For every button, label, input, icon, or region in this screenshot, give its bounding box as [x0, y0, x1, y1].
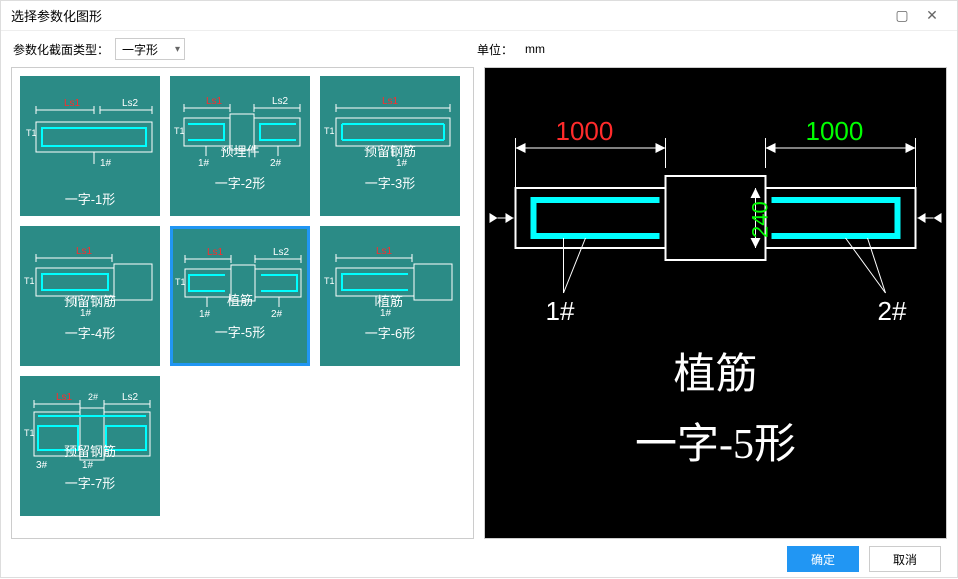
thumb-item[interactable]: Ls1 2# Ls2 T1 3# 1# 预留钢筋 一字-7形: [20, 376, 160, 516]
preview-panel: 1000 1000 240: [484, 67, 947, 539]
thumb-caption: 植筋 一字-6形: [322, 278, 458, 358]
svg-text:2#: 2#: [88, 392, 98, 402]
chevron-down-icon: ▾: [175, 44, 180, 55]
svg-text:1#: 1#: [546, 296, 575, 326]
section-type-select[interactable]: 一字形 ▾: [115, 38, 185, 60]
unit-value: mm: [525, 42, 945, 56]
toolbar: 参数化截面类型： 一字形 ▾ 单位： mm: [1, 31, 957, 67]
thumb-item[interactable]: Ls1 T1 1# 预留钢筋 一字-4形: [20, 226, 160, 366]
svg-text:Ls1: Ls1: [382, 96, 399, 107]
svg-text:Ls1: Ls1: [76, 246, 93, 257]
svg-text:Ls1: Ls1: [207, 247, 224, 258]
svg-text:Ls2: Ls2: [272, 96, 289, 107]
close-button[interactable]: ✕: [917, 1, 947, 31]
svg-text:Ls2: Ls2: [122, 392, 139, 403]
svg-text:Ls1: Ls1: [376, 246, 393, 257]
svg-text:一字-5形: 一字-5形: [635, 421, 796, 468]
svg-text:1000: 1000: [556, 116, 614, 146]
main-area: Ls1 Ls2 T1 1# 一字-1形 Ls1: [1, 67, 957, 539]
svg-text:Ls1: Ls1: [64, 98, 81, 109]
svg-text:植筋: 植筋: [673, 352, 757, 398]
thumb-caption: 预留钢筋 一字-7形: [22, 428, 158, 508]
section-type-value: 一字形: [122, 41, 158, 58]
maximize-button[interactable]: ▢: [887, 1, 917, 31]
preview-drawing: 1000 1000 240: [485, 68, 946, 538]
thumb-item-selected[interactable]: Ls1 Ls2 T1 1# 2# 植筋 一字-5形: [170, 226, 310, 366]
unit-label: 单位：: [477, 41, 513, 58]
ok-button[interactable]: 确定: [787, 546, 859, 572]
footer: 确定 取消: [1, 539, 957, 579]
svg-text:2#: 2#: [878, 296, 907, 326]
svg-text:Ls1: Ls1: [206, 96, 223, 107]
svg-text:1000: 1000: [806, 116, 864, 146]
thumb-item[interactable]: Ls1 Ls2 T1 1# 一字-1形: [20, 76, 160, 216]
titlebar: 选择参数化图形 ▢ ✕: [1, 1, 957, 31]
svg-text:T1: T1: [26, 128, 37, 138]
thumb-item[interactable]: Ls1 T1 1# 植筋 一字-6形: [320, 226, 460, 366]
thumb-caption: 一字-1形: [22, 160, 158, 208]
thumb-caption: 预埋件 一字-2形: [172, 128, 308, 208]
cancel-button[interactable]: 取消: [869, 546, 941, 572]
svg-text:Ls1: Ls1: [56, 392, 73, 403]
thumb-item[interactable]: Ls1 Ls2 T1 1# 2# 预埋件 一字-2形: [170, 76, 310, 216]
section-type-label: 参数化截面类型：: [13, 41, 109, 58]
thumb-caption: 预留钢筋 一字-3形: [322, 128, 458, 208]
thumbnail-grid: Ls1 Ls2 T1 1# 一字-1形 Ls1: [11, 67, 474, 539]
thumb-item[interactable]: Ls1 T1 1# 预留钢筋 一字-3形: [320, 76, 460, 216]
thumb-caption: 植筋 一字-5形: [173, 277, 307, 357]
window-title: 选择参数化图形: [11, 6, 887, 25]
thumb-caption: 预留钢筋 一字-4形: [22, 278, 158, 358]
svg-text:Ls2: Ls2: [273, 247, 290, 258]
svg-text:Ls2: Ls2: [122, 98, 139, 109]
svg-text:240: 240: [748, 201, 773, 238]
